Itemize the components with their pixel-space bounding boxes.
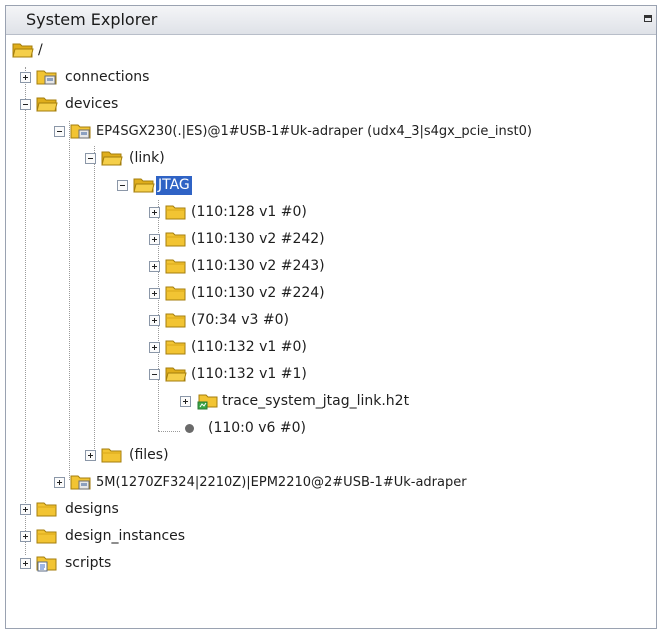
tree-node-label: (110:130 v2 #243) — [191, 258, 325, 274]
float-panel-icon[interactable] — [644, 15, 652, 22]
folder-link-icon — [36, 68, 58, 86]
panel-title: System Explorer — [26, 10, 158, 29]
expand-toggle[interactable] — [149, 342, 160, 353]
folder-link-icon — [70, 473, 92, 491]
expand-toggle[interactable] — [54, 477, 65, 488]
tree-guide-line — [25, 67, 26, 555]
tree-node-label: (70:34 v3 #0) — [191, 312, 289, 328]
tree-node-label: design_instances — [65, 528, 186, 544]
expand-toggle[interactable] — [20, 504, 31, 515]
tree-node-label: (110:130 v2 #242) — [191, 231, 325, 247]
tree-node-label: designs — [65, 501, 119, 517]
tree-node-link[interactable]: (link) — [85, 146, 205, 172]
expand-toggle[interactable] — [180, 396, 191, 407]
tree-node-label: EP4SGX230(.|ES)@1#USB-1#Uk-adraper (udx4… — [96, 124, 532, 139]
tree-node-device-5m1270z[interactable]: 5M(1270ZF324|2210Z)|EPM2210@2#USB-1#Uk-a… — [54, 470, 614, 496]
tree-node-label: (110:132 v1 #0) — [191, 339, 307, 355]
expand-toggle[interactable] — [149, 234, 160, 245]
folder-trace-icon — [196, 392, 218, 410]
tree-node-files[interactable]: (files) — [85, 443, 225, 469]
tree-node-jtag-child[interactable]: (110:130 v2 #224) — [149, 281, 379, 307]
collapse-toggle[interactable] — [149, 369, 160, 380]
folder-icon — [101, 446, 123, 464]
tree-node-label: (files) — [129, 447, 169, 463]
tree-node-jtag-child[interactable]: (70:34 v3 #0) — [149, 308, 379, 334]
folder-open-icon — [165, 365, 187, 383]
folder-icon — [165, 338, 187, 356]
tree-node-label: / — [38, 42, 43, 58]
expand-toggle[interactable] — [149, 207, 160, 218]
collapse-toggle[interactable] — [20, 99, 31, 110]
tree-node-jtag-child[interactable]: (110:132 v1 #0) — [149, 335, 379, 361]
tree-node-label: (110:0 v6 #0) — [208, 420, 306, 436]
tree-node-jtag-child[interactable]: (110:130 v2 #243) — [149, 254, 379, 280]
tree-node-scripts[interactable]: scripts — [20, 551, 180, 577]
expand-toggle[interactable] — [85, 450, 96, 461]
folder-icon — [165, 230, 187, 248]
collapse-toggle[interactable] — [54, 126, 65, 137]
tree-node-label: 5M(1270ZF324|2210Z)|EPM2210@2#USB-1#Uk-a… — [96, 475, 467, 490]
tree-node-designs[interactable]: designs — [20, 497, 180, 523]
expand-toggle[interactable] — [149, 261, 160, 272]
tree-node-devices[interactable]: devices — [20, 92, 160, 118]
expand-toggle[interactable] — [20, 531, 31, 542]
folder-link-icon — [70, 122, 92, 140]
folder-open-icon — [12, 41, 34, 59]
folder-icon — [165, 203, 187, 221]
folder-icon — [36, 500, 58, 518]
folder-icon — [165, 284, 187, 302]
tree-node-jtag[interactable]: JTAG — [117, 173, 237, 199]
tree-node-root[interactable]: / — [12, 38, 72, 64]
folder-open-icon — [36, 95, 58, 113]
folder-icon — [36, 527, 58, 545]
tree-guide-line — [94, 146, 95, 457]
tree-node-design-instances[interactable]: design_instances — [20, 524, 240, 550]
folder-open-icon — [101, 149, 123, 167]
tree-node-label: connections — [65, 69, 150, 85]
tree-node-label: (110:130 v2 #224) — [191, 285, 325, 301]
tree-node-jtag-child[interactable]: (110:132 v1 #1) — [149, 362, 379, 388]
tree-node-label: (110:132 v1 #1) — [191, 366, 307, 382]
tree-guide-line — [158, 431, 180, 432]
script-folder-icon — [36, 554, 58, 572]
tree-node-110-0[interactable]: (110:0 v6 #0) — [180, 416, 380, 442]
tree-node-jtag-child[interactable]: (110:128 v1 #0) — [149, 200, 379, 226]
tree-node-jtag-child[interactable]: (110:130 v2 #242) — [149, 227, 379, 253]
expand-toggle[interactable] — [149, 288, 160, 299]
node-dot-icon — [185, 424, 194, 433]
tree-node-device-ep4sgx230[interactable]: EP4SGX230(.|ES)@1#USB-1#Uk-adraper (udx4… — [54, 119, 654, 145]
collapse-toggle[interactable] — [117, 180, 128, 191]
tree-node-label: (link) — [129, 150, 165, 166]
collapse-toggle[interactable] — [85, 153, 96, 164]
tree-node-label: trace_system_jtag_link.h2t — [222, 393, 410, 409]
tree-view: / connections devices EP4SGX230(.|ES)@1#… — [6, 34, 656, 628]
panel-titlebar: System Explorer — [6, 6, 656, 35]
tree-node-label: scripts — [65, 555, 112, 571]
expand-toggle[interactable] — [149, 315, 160, 326]
folder-icon — [165, 311, 187, 329]
tree-guide-line — [69, 121, 70, 480]
tree-node-connections[interactable]: connections — [20, 65, 180, 91]
folder-open-icon — [133, 176, 155, 194]
tree-node-label-selected: JTAG — [156, 176, 192, 195]
tree-node-trace-link[interactable]: trace_system_jtag_link.h2t — [180, 389, 480, 415]
system-explorer-panel: System Explorer / connections devices EP… — [5, 5, 657, 629]
tree-node-label: (110:128 v1 #0) — [191, 204, 307, 220]
folder-icon — [165, 257, 187, 275]
expand-toggle[interactable] — [20, 558, 31, 569]
tree-node-label: devices — [65, 96, 119, 112]
expand-toggle[interactable] — [20, 72, 31, 83]
